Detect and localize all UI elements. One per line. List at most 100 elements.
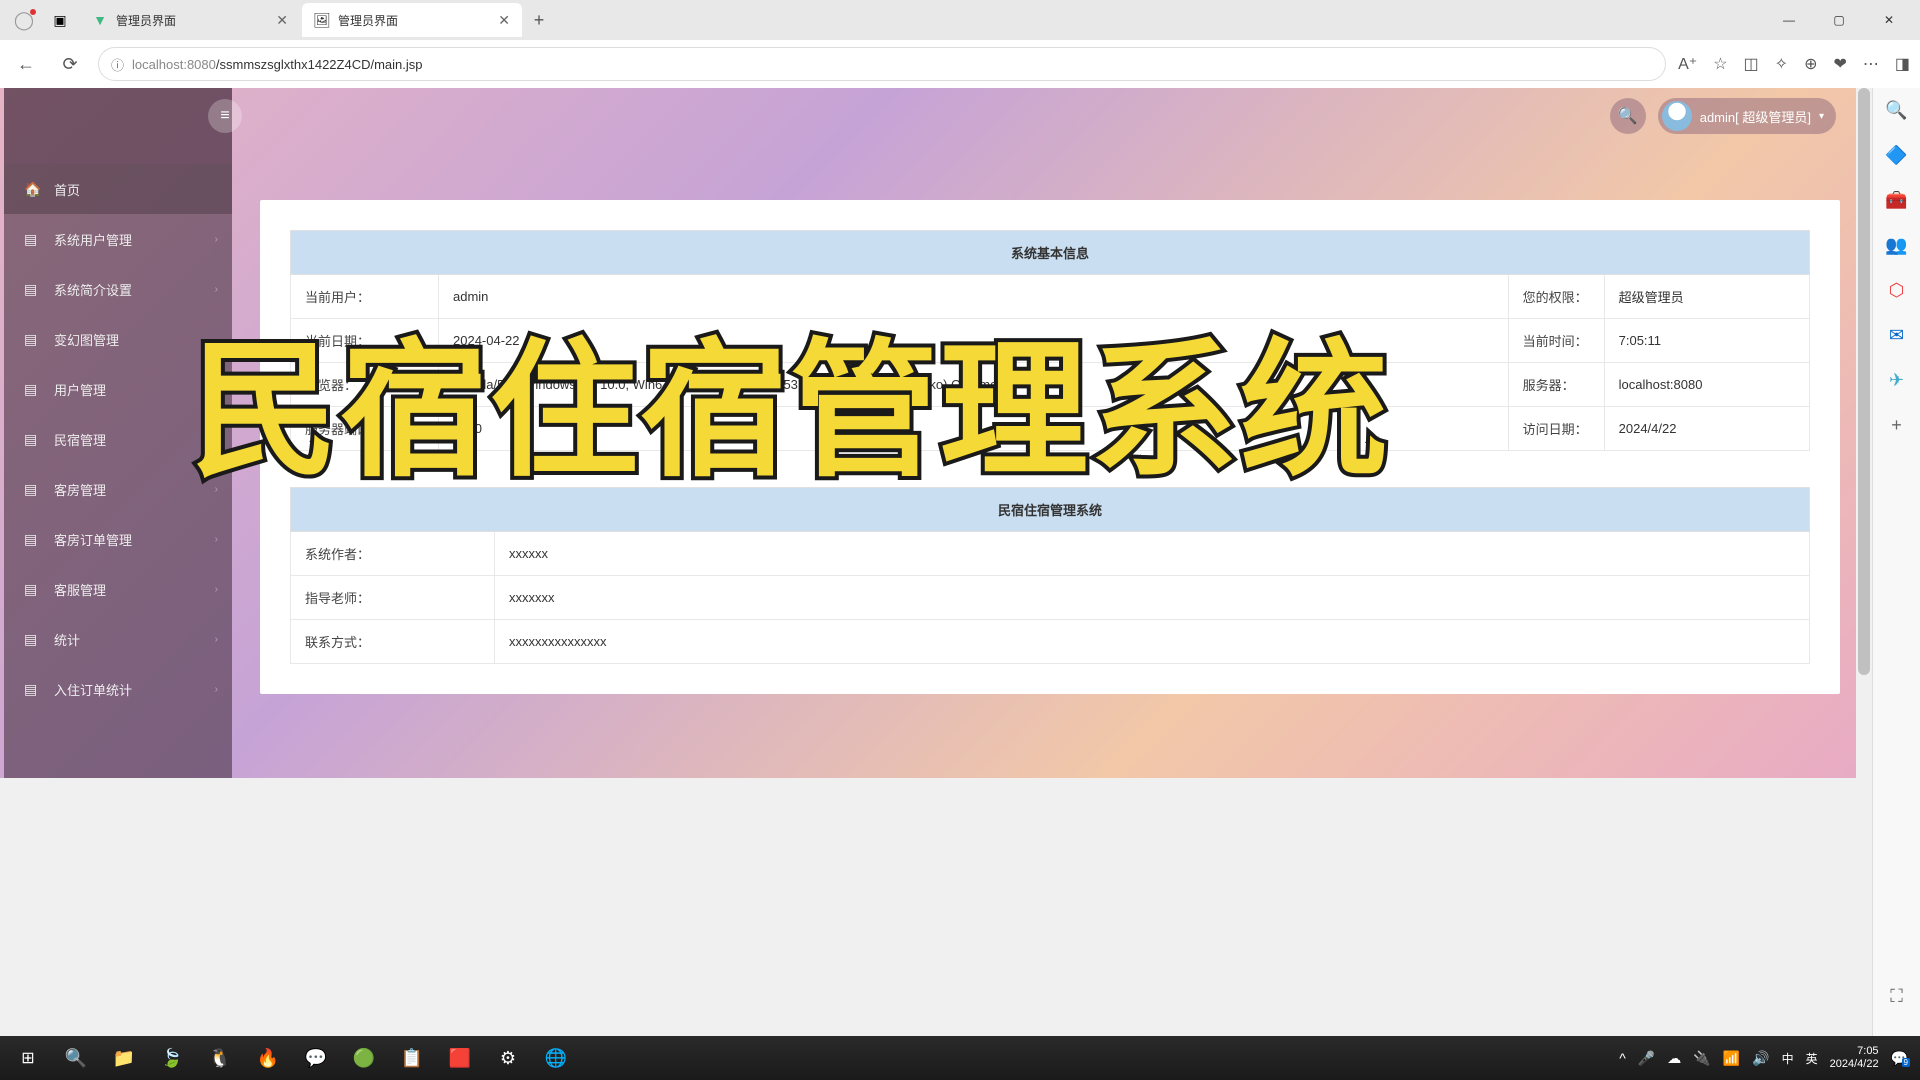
cell-value: xxxxxx bbox=[495, 532, 1810, 576]
office-icon[interactable]: ⬡ bbox=[1889, 280, 1905, 301]
toggle-sidebar-button[interactable]: ≡ bbox=[208, 99, 242, 133]
notifications-icon[interactable]: 💬9 bbox=[1891, 1050, 1908, 1067]
edge-icon[interactable]: 🌐 bbox=[532, 1036, 580, 1080]
mic-icon[interactable]: 🎤 bbox=[1638, 1050, 1655, 1067]
table-row: 指导老师： xxxxxxx bbox=[291, 576, 1810, 620]
chevron-right-icon: › bbox=[215, 684, 218, 695]
tab-actions-button[interactable]: ▣ bbox=[44, 5, 76, 35]
nav-label: 统计 bbox=[54, 630, 80, 649]
tray-overflow-icon[interactable]: ^ bbox=[1619, 1050, 1626, 1066]
onedrive-icon[interactable]: ☁ bbox=[1667, 1050, 1681, 1067]
volume-icon[interactable]: 🔊 bbox=[1752, 1050, 1769, 1067]
nav-system-users[interactable]: ▤ 系统用户管理 › bbox=[4, 214, 232, 264]
nav-label: 系统用户管理 bbox=[54, 230, 132, 249]
nav-stats[interactable]: ▤ 统计 › bbox=[4, 614, 232, 664]
nav-customer-service[interactable]: ▤ 客服管理 › bbox=[4, 564, 232, 614]
close-icon[interactable]: ✕ bbox=[276, 12, 288, 29]
app-icon[interactable]: 🔥 bbox=[244, 1036, 292, 1080]
read-aloud-icon[interactable]: A⁺ bbox=[1678, 54, 1697, 74]
app-icon[interactable]: 🟢 bbox=[340, 1036, 388, 1080]
add-panel-icon[interactable]: + bbox=[1891, 415, 1902, 436]
people-icon[interactable]: 👥 bbox=[1885, 235, 1907, 256]
header-search-button[interactable]: 🔍 bbox=[1610, 98, 1646, 134]
app-header: ≡ 🔍 admin[ 超级管理员] ▾ bbox=[232, 88, 1856, 144]
todo-icon[interactable]: 📋 bbox=[388, 1036, 436, 1080]
tab-bar: ◯ ▣ ▼ 管理员界面 ✕ 🖼 管理员界面 ✕ + — ▢ ✕ bbox=[0, 0, 1920, 40]
favorites-bar-icon[interactable]: ✧ bbox=[1775, 54, 1788, 74]
qq-icon[interactable]: 🐧 bbox=[196, 1036, 244, 1080]
nav-label: 系统简介设置 bbox=[54, 280, 132, 299]
list-icon: ▤ bbox=[24, 431, 40, 448]
table-header: 系统基本信息 bbox=[291, 231, 1810, 275]
shopping-icon[interactable]: 🔷 bbox=[1885, 145, 1907, 166]
new-tab-button[interactable]: + bbox=[524, 5, 554, 35]
cell-label: 当前时间： bbox=[1508, 319, 1604, 363]
cell-value: xxxxxxxxxxxxxxx bbox=[495, 620, 1810, 664]
edge-side-panel: 🔍 🔷 🧰 👥 ⬡ ✉ ✈ + ⛶ ⚙ bbox=[1872, 88, 1920, 1080]
nav-checkin-stats[interactable]: ▤ 入住订单统计 › bbox=[4, 664, 232, 714]
nav-bar: ← ⟳ ⓘ localhost:8080/ssmmszsglxthx1422Z4… bbox=[0, 40, 1920, 88]
collections-icon[interactable]: ⊕ bbox=[1804, 54, 1817, 74]
scrollbar[interactable] bbox=[1856, 88, 1872, 778]
sidebar-toggle-icon[interactable]: ◨ bbox=[1895, 54, 1910, 74]
table-row: 联系方式： xxxxxxxxxxxxxxx bbox=[291, 620, 1810, 664]
hamburger-icon: ≡ bbox=[220, 107, 229, 125]
favorite-icon[interactable]: ☆ bbox=[1713, 54, 1727, 74]
user-menu[interactable]: admin[ 超级管理员] ▾ bbox=[1658, 98, 1836, 134]
nav-home[interactable]: 🏠 首页 bbox=[4, 164, 232, 214]
wechat-icon[interactable]: 💬 bbox=[292, 1036, 340, 1080]
more-icon[interactable]: ⋯ bbox=[1863, 54, 1879, 74]
power-icon[interactable]: 🔌 bbox=[1693, 1050, 1710, 1067]
explorer-icon[interactable]: 📁 bbox=[100, 1036, 148, 1080]
tab-title: 管理员界面 bbox=[338, 12, 398, 29]
list-icon: ▤ bbox=[24, 581, 40, 598]
nav-label: 客房订单管理 bbox=[54, 530, 132, 549]
nav-label: 变幻图管理 bbox=[54, 330, 119, 349]
tools-icon[interactable]: 🧰 bbox=[1885, 190, 1907, 211]
tab-title: 管理员界面 bbox=[116, 12, 176, 29]
nav-label: 客服管理 bbox=[54, 580, 106, 599]
settings-app-icon[interactable]: ⚙ bbox=[484, 1036, 532, 1080]
cell-value: localhost:8080 bbox=[1604, 363, 1809, 407]
cell-value: 超级管理员 bbox=[1604, 275, 1809, 319]
minimize-button[interactable]: — bbox=[1766, 4, 1812, 36]
nav-right: A⁺ ☆ ◫ ✧ ⊕ ❤ ⋯ ◨ bbox=[1678, 54, 1910, 74]
close-icon[interactable]: ✕ bbox=[498, 12, 510, 29]
refresh-button[interactable]: ⟳ bbox=[54, 48, 86, 80]
list-icon: ▤ bbox=[24, 381, 40, 398]
screenshot-icon[interactable]: ⛶ bbox=[1890, 986, 1903, 1007]
scrollbar-thumb[interactable] bbox=[1858, 88, 1870, 675]
maximize-button[interactable]: ▢ bbox=[1816, 4, 1862, 36]
site-info-icon[interactable]: ⓘ bbox=[111, 55, 124, 74]
app-icon[interactable]: 🍃 bbox=[148, 1036, 196, 1080]
start-button[interactable]: ⊞ bbox=[4, 1036, 52, 1080]
browser-tab-1[interactable]: 🖼 管理员界面 ✕ bbox=[302, 3, 522, 37]
dashboard-icon: 🏠 bbox=[24, 181, 40, 198]
profile-button[interactable]: ◯ bbox=[8, 5, 40, 35]
nav-label: 首页 bbox=[54, 180, 80, 199]
app-icon[interactable]: 🟥 bbox=[436, 1036, 484, 1080]
clock[interactable]: 7:05 2024/4/22 bbox=[1830, 1045, 1879, 1071]
chevron-right-icon: › bbox=[215, 534, 218, 545]
nav-room-orders[interactable]: ▤ 客房订单管理 › bbox=[4, 514, 232, 564]
logo-area bbox=[4, 88, 232, 164]
outlook-icon[interactable]: ✉ bbox=[1889, 325, 1904, 346]
address-bar[interactable]: ⓘ localhost:8080/ssmmszsglxthx1422Z4CD/m… bbox=[98, 47, 1666, 81]
search-icon[interactable]: 🔍 bbox=[1885, 100, 1907, 121]
search-button[interactable]: 🔍 bbox=[52, 1036, 100, 1080]
ime-mode[interactable]: 中 bbox=[1782, 1050, 1794, 1067]
back-button[interactable]: ← bbox=[10, 48, 42, 80]
browser-tab-0[interactable]: ▼ 管理员界面 ✕ bbox=[80, 3, 300, 37]
image-favicon-icon: 🖼 bbox=[314, 12, 330, 28]
split-screen-icon[interactable]: ◫ bbox=[1744, 54, 1759, 74]
close-window-button[interactable]: ✕ bbox=[1866, 4, 1912, 36]
time: 7:05 bbox=[1830, 1045, 1879, 1058]
cell-label: 服务器： bbox=[1508, 363, 1604, 407]
performance-icon[interactable]: ❤ bbox=[1833, 54, 1846, 74]
user-label: admin[ 超级管理员] bbox=[1700, 107, 1811, 126]
url-text: localhost:8080/ssmmszsglxthx1422Z4CD/mai… bbox=[132, 57, 422, 72]
ime-lang[interactable]: 英 bbox=[1806, 1050, 1818, 1067]
wifi-icon[interactable]: 📶 bbox=[1723, 1050, 1740, 1067]
cell-label: 访问日期： bbox=[1508, 407, 1604, 451]
send-icon[interactable]: ✈ bbox=[1889, 370, 1904, 391]
